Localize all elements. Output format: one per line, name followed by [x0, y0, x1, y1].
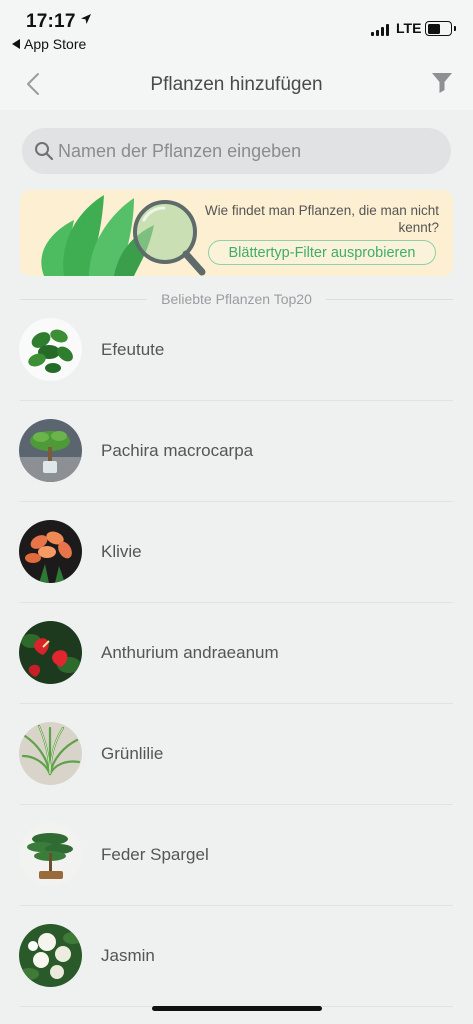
- plant-name: Klivie: [101, 542, 142, 561]
- location-arrow-icon: [81, 14, 91, 24]
- nav-bar: Pflanzen hinzufügen: [0, 58, 473, 110]
- network-type: LTE: [396, 20, 422, 36]
- home-indicator[interactable]: [152, 1006, 322, 1011]
- plant-item-anthurium-andraeanum[interactable]: Anthurium andraeanum: [0, 603, 473, 704]
- status-time: 17:17: [26, 11, 76, 32]
- plant-item-pachira-macrocarpa[interactable]: Pachira macrocarpa: [0, 401, 473, 502]
- battery-level: [427, 23, 440, 34]
- plant-name: Jasmin: [101, 946, 155, 965]
- back-triangle-icon: [12, 39, 20, 49]
- banner-question: Wie findet man Pflanzen, die man nicht k…: [204, 203, 439, 235]
- leaf-type-filter-button[interactable]: Blättertyp-Filter ausprobieren: [208, 240, 436, 265]
- plant-item-feder-spargel[interactable]: Feder Spargel: [0, 805, 473, 906]
- plant-name: Pachira macrocarpa: [101, 441, 254, 460]
- plant-photo: [19, 318, 82, 381]
- plant-item-jasmin[interactable]: Jasmin: [0, 906, 473, 1007]
- signal-strength-icon: [371, 24, 389, 36]
- leaves-magnifier-illustration: [41, 195, 206, 276]
- plant-item-efeutute[interactable]: Efeutute: [0, 300, 473, 401]
- leaf-filter-banner[interactable]: Wie findet man Pflanzen, die man nicht k…: [20, 190, 453, 276]
- plant-item-gruenlilie[interactable]: Grünlilie: [0, 704, 473, 805]
- back-app-label: App Store: [24, 36, 87, 52]
- search-icon: [35, 142, 54, 161]
- page-title: Pflanzen hinzufügen: [150, 74, 323, 95]
- search-input[interactable]: [58, 140, 438, 162]
- plant-name: Anthurium andraeanum: [101, 643, 279, 662]
- plant-name: Feder Spargel: [101, 845, 209, 864]
- search-bar[interactable]: [22, 128, 451, 174]
- funnel-icon: [432, 73, 452, 93]
- plant-photo: [19, 520, 82, 583]
- battery-icon: [425, 21, 456, 36]
- back-to-app-store[interactable]: App Store: [12, 36, 86, 52]
- plant-photo: [19, 924, 82, 987]
- plant-photo: [19, 722, 82, 785]
- status-bar: 17:17 App Store LTE: [0, 0, 473, 58]
- plant-name: Efeutute: [101, 340, 165, 359]
- filter-button[interactable]: [430, 70, 456, 96]
- plant-photo: [19, 419, 82, 482]
- plant-item-klivie[interactable]: Klivie: [0, 502, 473, 603]
- plant-photo: [19, 823, 82, 886]
- plant-photo: [19, 621, 82, 684]
- plant-name: Grünlilie: [101, 744, 164, 763]
